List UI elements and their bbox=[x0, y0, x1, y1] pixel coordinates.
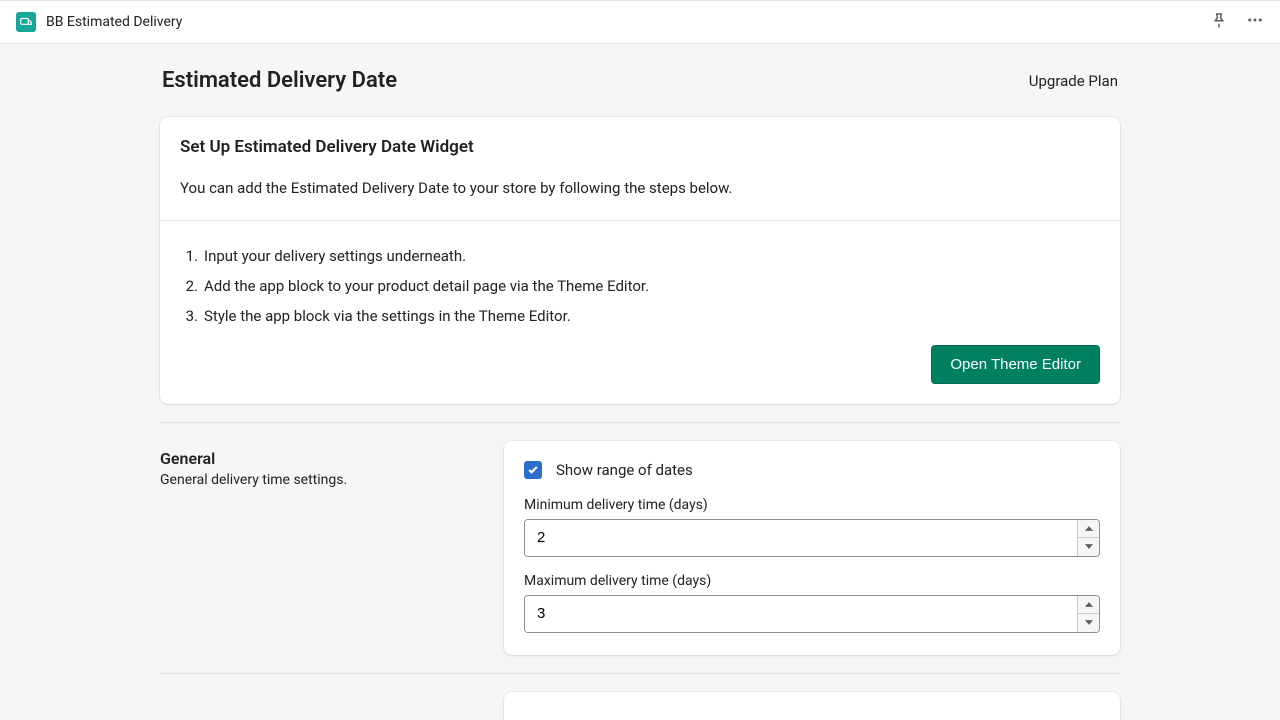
min-delivery-input[interactable] bbox=[525, 520, 1077, 556]
setup-description: You can add the Estimated Delivery Date … bbox=[180, 177, 1100, 200]
upgrade-plan-link[interactable]: Upgrade Plan bbox=[1029, 72, 1118, 90]
min-increment-button[interactable] bbox=[1078, 520, 1099, 539]
min-decrement-button[interactable] bbox=[1078, 538, 1099, 556]
topbar-left: BB Estimated Delivery bbox=[16, 12, 182, 32]
app-icon bbox=[16, 12, 36, 32]
show-range-label: Show range of dates bbox=[556, 461, 693, 479]
next-card bbox=[504, 692, 1120, 720]
show-range-checkbox[interactable] bbox=[524, 461, 542, 479]
max-delivery-input-wrap bbox=[524, 595, 1100, 633]
setup-step: 2.Add the app block to your product deta… bbox=[180, 271, 1100, 301]
min-delivery-spinners bbox=[1077, 520, 1099, 556]
min-delivery-field: Minimum delivery time (days) bbox=[524, 497, 1100, 557]
max-delivery-label: Maximum delivery time (days) bbox=[524, 573, 1100, 589]
main-scroll[interactable]: Estimated Delivery Date Upgrade Plan Set… bbox=[0, 44, 1280, 720]
general-section: General General delivery time settings. … bbox=[160, 422, 1120, 655]
setup-header-section: Set Up Estimated Delivery Date Widget Yo… bbox=[160, 117, 1120, 220]
page: Estimated Delivery Date Upgrade Plan Set… bbox=[160, 44, 1120, 720]
max-delivery-input[interactable] bbox=[525, 596, 1077, 632]
step-text: Add the app block to your product detail… bbox=[204, 277, 649, 295]
setup-step: 1.Input your delivery settings underneat… bbox=[180, 241, 1100, 271]
next-section-content bbox=[504, 692, 1120, 720]
topbar-actions bbox=[1210, 11, 1264, 33]
general-card: Show range of dates Minimum delivery tim… bbox=[504, 441, 1120, 655]
general-heading: General bbox=[160, 449, 480, 468]
step-text: Input your delivery settings underneath. bbox=[204, 247, 466, 265]
more-icon[interactable] bbox=[1246, 11, 1264, 33]
setup-steps-list: 1.Input your delivery settings underneat… bbox=[180, 241, 1100, 331]
page-header: Estimated Delivery Date Upgrade Plan bbox=[160, 68, 1120, 117]
min-delivery-label: Minimum delivery time (days) bbox=[524, 497, 1100, 513]
min-delivery-input-wrap bbox=[524, 519, 1100, 557]
topbar: BB Estimated Delivery bbox=[0, 0, 1280, 44]
max-delivery-field: Maximum delivery time (days) bbox=[524, 573, 1100, 633]
max-delivery-spinners bbox=[1077, 596, 1099, 632]
app-title: BB Estimated Delivery bbox=[46, 14, 182, 30]
general-section-label: General General delivery time settings. bbox=[160, 441, 480, 655]
page-title: Estimated Delivery Date bbox=[162, 68, 397, 93]
setup-heading: Set Up Estimated Delivery Date Widget bbox=[180, 137, 1100, 157]
open-theme-editor-button[interactable]: Open Theme Editor bbox=[931, 345, 1100, 384]
next-section-label bbox=[160, 692, 480, 720]
general-subheading: General delivery time settings. bbox=[160, 472, 480, 488]
max-increment-button[interactable] bbox=[1078, 596, 1099, 615]
next-section bbox=[160, 673, 1120, 720]
show-range-row: Show range of dates bbox=[524, 461, 1100, 479]
max-decrement-button[interactable] bbox=[1078, 614, 1099, 632]
general-section-content: Show range of dates Minimum delivery tim… bbox=[504, 441, 1120, 655]
step-text: Style the app block via the settings in … bbox=[204, 307, 571, 325]
pin-icon[interactable] bbox=[1210, 11, 1228, 33]
setup-card: Set Up Estimated Delivery Date Widget Yo… bbox=[160, 117, 1120, 404]
setup-actions: Open Theme Editor bbox=[180, 345, 1100, 384]
setup-step: 3.Style the app block via the settings i… bbox=[180, 301, 1100, 331]
setup-steps-section: 1.Input your delivery settings underneat… bbox=[160, 220, 1120, 404]
